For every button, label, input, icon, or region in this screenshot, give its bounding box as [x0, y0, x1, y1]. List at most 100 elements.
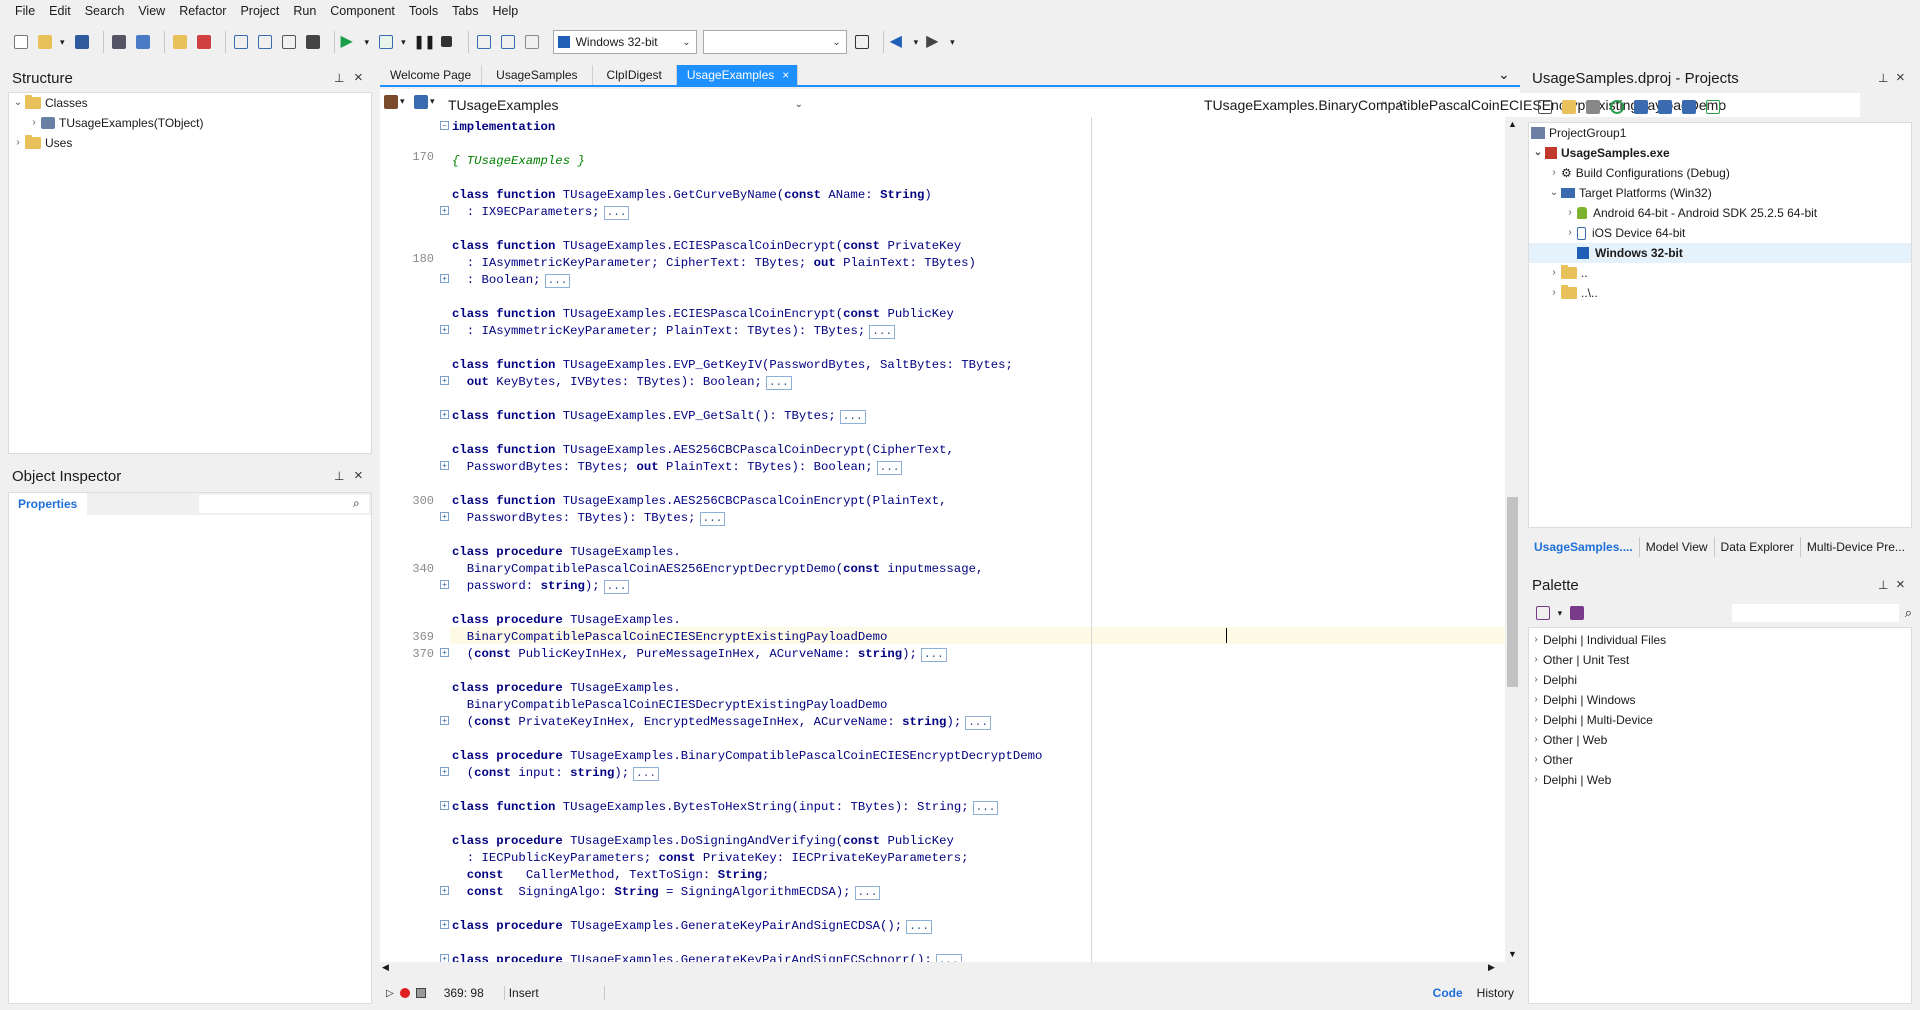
sync-icon[interactable] [1608, 98, 1626, 116]
chevron-right-icon[interactable]: ▶ [1488, 962, 1495, 973]
close-icon[interactable]: × [354, 467, 363, 484]
remove-from-project-icon[interactable] [195, 33, 213, 51]
tab-clpidigest[interactable]: ClpIDigest [593, 65, 677, 85]
configuration-select[interactable]: ⌄ [702, 30, 847, 54]
chevron-down-icon[interactable]: ▾ [914, 37, 919, 48]
chevron-right-icon[interactable]: › [1529, 650, 1543, 670]
collapsed-region[interactable]: ... [935, 954, 962, 962]
chevron-right-icon[interactable]: › [1563, 223, 1577, 243]
fold-toggle[interactable]: + [440, 325, 449, 334]
collapsed-region[interactable]: ... [603, 206, 630, 220]
fold-toggle[interactable]: + [440, 274, 449, 283]
pin-icon[interactable]: ⊥ [334, 469, 344, 483]
class-combo[interactable]: TUsageExamples ⌄ [444, 93, 808, 117]
chevron-down-icon[interactable]: ▾ [60, 37, 65, 48]
menu-run[interactable]: Run [286, 0, 323, 22]
compile-icon[interactable] [1656, 98, 1674, 116]
collapsed-region[interactable]: ... [869, 325, 896, 339]
chevron-down-icon[interactable]: ⌄ [11, 93, 25, 113]
tab-welcome-page[interactable]: Welcome Page [380, 65, 483, 85]
scroll-thumb[interactable] [1507, 497, 1518, 687]
search-icon[interactable]: ⌕ [1905, 605, 1912, 621]
fold-toggle[interactable]: + [440, 512, 449, 521]
chevron-down-icon[interactable]: ▼ [1508, 949, 1517, 959]
fold-toggle[interactable]: + [440, 206, 449, 215]
chevron-down-icon[interactable]: ⌄ [1498, 66, 1510, 83]
add-existing-project-icon[interactable] [1584, 98, 1602, 116]
close-icon[interactable]: × [782, 68, 789, 82]
chevron-down-icon[interactable]: ⌄ [1380, 96, 1388, 107]
chevron-down-icon[interactable]: ▾ [400, 96, 405, 107]
unit-icon[interactable] [384, 95, 398, 109]
menu-help[interactable]: Help [486, 0, 526, 22]
collapsed-region[interactable]: ... [765, 376, 792, 390]
pin-icon[interactable]: ⊥ [1878, 71, 1888, 85]
search-icon[interactable]: ⌕ [1398, 94, 1406, 111]
palette-categories-icon[interactable] [1534, 604, 1552, 622]
collapsed-region[interactable]: ... [972, 801, 999, 815]
view-forms-icon[interactable] [256, 33, 274, 51]
fold-toggle[interactable]: + [440, 801, 449, 810]
chevron-right-icon[interactable]: › [1529, 770, 1543, 790]
chevron-down-icon[interactable]: ▾ [430, 96, 435, 107]
tree-node-projectgroup[interactable]: ProjectGroup1 [1529, 123, 1911, 143]
tree-node-windows32[interactable]: Windows 32-bit [1529, 243, 1911, 263]
tree-node-ios[interactable]: › iOS Device 64-bit [1529, 223, 1911, 243]
forward-icon[interactable]: ▶ [926, 33, 944, 51]
run-to-cursor-icon[interactable] [523, 33, 541, 51]
palette-category[interactable]: › Other [1529, 750, 1911, 770]
chevron-right-icon[interactable]: › [1563, 203, 1577, 223]
chevron-right-icon[interactable]: › [1547, 263, 1561, 283]
collapsed-region[interactable]: ... [633, 767, 659, 781]
tab-history[interactable]: History [1473, 986, 1520, 1000]
chevron-down-icon[interactable]: ▾ [365, 37, 370, 48]
tree-node-class[interactable]: › TUsageExamples(TObject) [9, 113, 371, 133]
pause-icon[interactable]: ❚❚ [414, 33, 436, 51]
fold-toggle[interactable]: + [440, 376, 449, 385]
collapsed-region[interactable]: ... [544, 274, 571, 288]
record-macro-icon[interactable] [399, 988, 410, 998]
palette-category[interactable]: › Delphi | Windows [1529, 690, 1911, 710]
palette-category[interactable]: › Delphi | Individual Files [1529, 630, 1911, 650]
chevron-right-icon[interactable]: › [1529, 690, 1543, 710]
menu-search[interactable]: Search [78, 0, 132, 22]
palette-category[interactable]: › Other | Unit Test [1529, 650, 1911, 670]
menu-tools[interactable]: Tools [402, 0, 445, 22]
chevron-right-icon[interactable]: › [1547, 283, 1561, 303]
add-to-project-icon[interactable] [171, 33, 189, 51]
new-form-icon[interactable] [304, 33, 322, 51]
save-icon[interactable] [73, 33, 91, 51]
tab-properties[interactable]: Properties [9, 493, 87, 515]
search-icon[interactable]: ⌕ [353, 496, 360, 511]
chevron-left-icon[interactable]: ◀ [382, 962, 389, 973]
open-project-icon[interactable] [36, 33, 54, 51]
close-icon[interactable]: × [1896, 69, 1905, 86]
back-icon[interactable]: ◀ [890, 33, 908, 51]
collapsed-region[interactable]: ... [854, 886, 881, 900]
fold-toggle[interactable]: + [440, 410, 449, 419]
new-file-icon[interactable] [12, 33, 30, 51]
fold-toggle[interactable]: + [440, 461, 449, 470]
deploy-icon[interactable] [1704, 98, 1722, 116]
fold-toggle[interactable]: + [440, 767, 449, 776]
tab-usagesamples-project[interactable]: UsageSamples.... [1528, 537, 1640, 557]
inspector-search-input[interactable] [199, 495, 369, 513]
tree-node-build-configs[interactable]: › ⚙ Build Configurations (Debug) [1529, 163, 1911, 183]
chevron-up-icon[interactable]: ▲ [1508, 119, 1517, 129]
chevron-right-icon[interactable]: › [1529, 750, 1543, 770]
chevron-down-icon[interactable]: ⌄ [1531, 143, 1545, 163]
step-over-icon[interactable] [499, 33, 517, 51]
save-as-icon[interactable] [134, 33, 152, 51]
menu-project[interactable]: Project [233, 0, 286, 22]
menu-file[interactable]: File [8, 0, 42, 22]
close-icon[interactable]: × [1896, 576, 1905, 593]
collapsed-region[interactable]: ... [906, 920, 932, 934]
tab-code[interactable]: Code [1423, 986, 1473, 1000]
chevron-down-icon[interactable]: ▾ [950, 37, 955, 48]
tree-node-folder[interactable]: › ..\.. [1529, 283, 1911, 303]
fold-toggle[interactable]: + [440, 648, 449, 657]
chevron-right-icon[interactable]: › [1547, 163, 1561, 183]
pin-icon[interactable]: ⊥ [1878, 578, 1888, 592]
tree-node-classes[interactable]: ⌄ Classes [9, 93, 371, 113]
chevron-right-icon[interactable]: › [1529, 730, 1543, 750]
